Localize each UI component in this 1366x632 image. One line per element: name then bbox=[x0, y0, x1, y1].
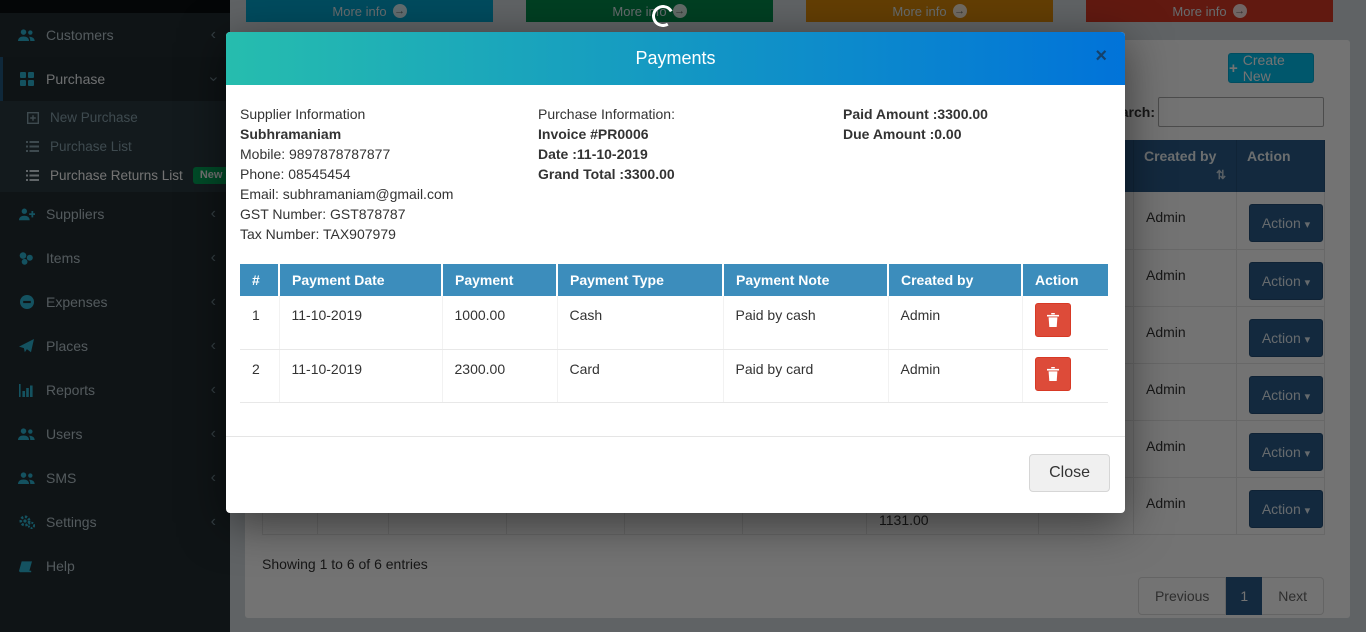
trash-icon bbox=[1047, 313, 1059, 327]
payment-created-by: Admin bbox=[888, 296, 1022, 349]
modal-title: Payments bbox=[226, 32, 1125, 85]
payments-modal: Payments × Supplier Information Subhrama… bbox=[226, 32, 1125, 513]
col-num: # bbox=[240, 264, 279, 296]
payment-date: 11-10-2019 bbox=[279, 296, 442, 349]
modal-footer: Close bbox=[226, 436, 1125, 513]
supplier-phone: Phone: 08545454 bbox=[240, 164, 538, 184]
payment-note: Paid by card bbox=[723, 349, 888, 402]
supplier-email: Email: subhramaniam@gmail.com bbox=[240, 184, 538, 204]
payments-header-row: # Payment Date Payment Payment Type Paym… bbox=[240, 264, 1108, 296]
amounts-information: Paid Amount :3300.00 Due Amount :0.00 bbox=[843, 104, 1111, 244]
payment-num: 1 bbox=[240, 296, 279, 349]
supplier-gst: GST Number: GST878787 bbox=[240, 204, 538, 224]
purchase-date: Date :11-10-2019 bbox=[538, 144, 843, 164]
supplier-heading: Supplier Information bbox=[240, 104, 538, 124]
payment-amount: 2300.00 bbox=[442, 349, 557, 402]
delete-payment-button[interactable] bbox=[1035, 303, 1071, 337]
col-created-by: Created by bbox=[888, 264, 1022, 296]
payment-created-by: Admin bbox=[888, 349, 1022, 402]
payment-row: 2 11-10-2019 2300.00 Card Paid by card A… bbox=[240, 349, 1108, 402]
payment-type: Cash bbox=[557, 296, 723, 349]
purchase-information: Purchase Information: Invoice #PR0006 Da… bbox=[538, 104, 843, 244]
payment-date: 11-10-2019 bbox=[279, 349, 442, 402]
col-payment-note: Payment Note bbox=[723, 264, 888, 296]
payment-type: Card bbox=[557, 349, 723, 402]
supplier-name: Subhramaniam bbox=[240, 124, 538, 144]
col-payment-type: Payment Type bbox=[557, 264, 723, 296]
supplier-mobile: Mobile: 9897878787877 bbox=[240, 144, 538, 164]
purchase-invoice: Invoice #PR0006 bbox=[538, 124, 843, 144]
purchase-heading: Purchase Information: bbox=[538, 104, 843, 124]
col-payment-date: Payment Date bbox=[279, 264, 442, 296]
payments-table: # Payment Date Payment Payment Type Paym… bbox=[240, 264, 1108, 403]
close-button[interactable]: Close bbox=[1029, 454, 1110, 492]
modal-body: Supplier Information Subhramaniam Mobile… bbox=[226, 85, 1125, 403]
supplier-information: Supplier Information Subhramaniam Mobile… bbox=[240, 104, 538, 244]
payment-num: 2 bbox=[240, 349, 279, 402]
purchase-grand-total: Grand Total :3300.00 bbox=[538, 164, 843, 184]
due-amount: Due Amount :0.00 bbox=[843, 124, 1111, 144]
payment-note: Paid by cash bbox=[723, 296, 888, 349]
payment-amount: 1000.00 bbox=[442, 296, 557, 349]
payment-row: 1 11-10-2019 1000.00 Cash Paid by cash A… bbox=[240, 296, 1108, 349]
col-payment: Payment bbox=[442, 264, 557, 296]
col-action: Action bbox=[1022, 264, 1108, 296]
paid-amount: Paid Amount :3300.00 bbox=[843, 104, 1111, 124]
close-icon[interactable]: × bbox=[1095, 32, 1107, 81]
supplier-tax: Tax Number: TAX907979 bbox=[240, 224, 538, 244]
modal-header: Payments × bbox=[226, 32, 1125, 85]
delete-payment-button[interactable] bbox=[1035, 357, 1071, 391]
trash-icon bbox=[1047, 367, 1059, 381]
